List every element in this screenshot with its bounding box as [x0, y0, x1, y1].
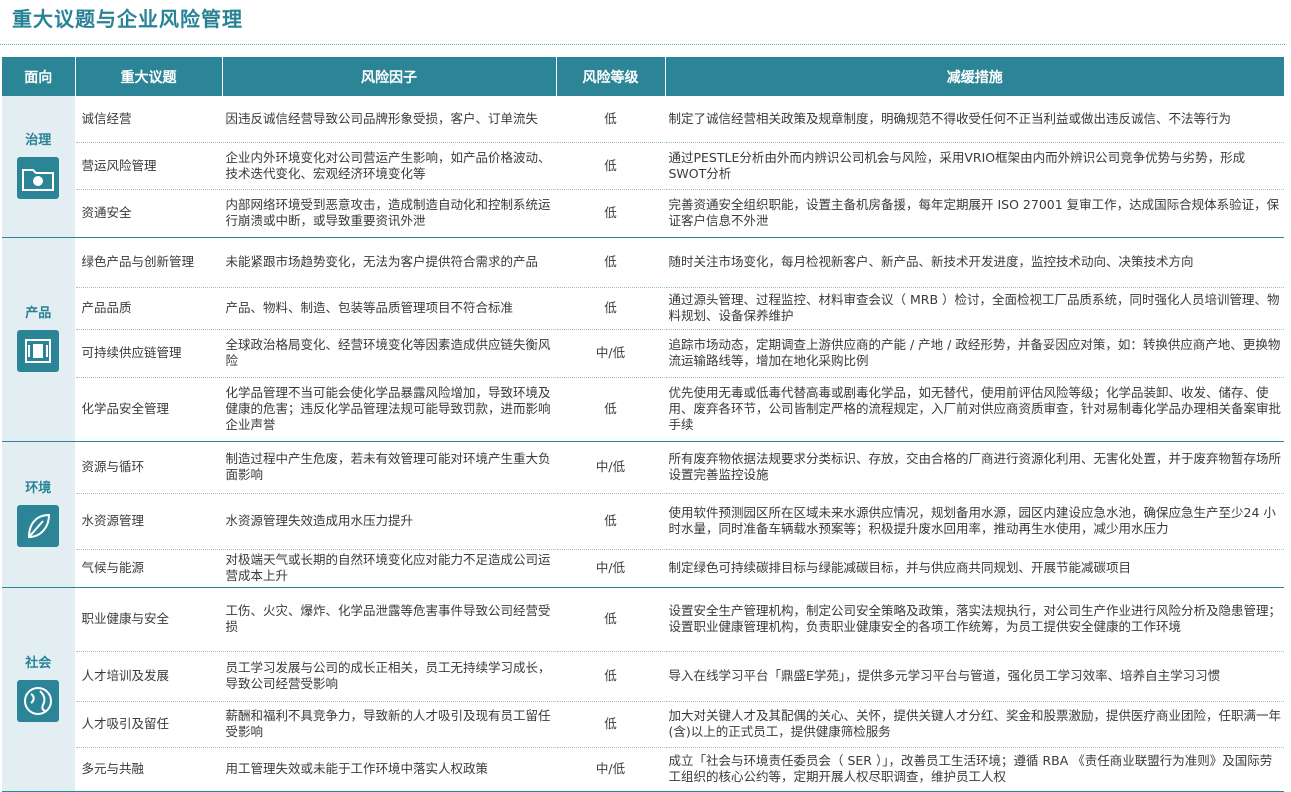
- mitigation-cell: 优先使用无毒或低毒代替高毒或剧毒化学品，如无替代，使用前评估风险等级；化学品装卸…: [664, 377, 1284, 442]
- table-row: 产品品质 产品、物料、制造、包装等品质管理项目不符合标准 低 通过源头管理、过程…: [2, 287, 1284, 330]
- risk-cell: 因违反诚信经营导致公司品牌形象受损，客户、订单流失: [221, 96, 556, 143]
- dimension-cell-environment: 环境: [2, 441, 75, 588]
- risk-cell: 全球政治格局变化、经营环境变化等因素造成供应链失衡风险: [221, 329, 556, 378]
- risk-cell: 用工管理失效或未能于工作环境中落实人权政策: [221, 747, 556, 792]
- mitigation-cell: 成立「社会与环境责任委员会（ SER ）」，改善员工生活环境；遵循 RBA 《责…: [664, 747, 1284, 792]
- table-row: 水资源管理 水资源管理失效造成用水压力提升 低 使用软件预测园区所在区域未来水源…: [2, 493, 1284, 550]
- table-row: 人才培训及发展 员工学习发展与公司的成长正相关，员工无持续学习成长，导致公司经营…: [2, 651, 1284, 702]
- mitigation-cell: 追踪市场动态，定期调查上游供应商的产能 / 产地 / 政经形势，并备妥因应对策，…: [664, 329, 1284, 378]
- mitigation-cell: 使用软件预测园区所在区域未来水源供应情况，规划备用水源，园区内建设应急水池，确保…: [664, 493, 1284, 550]
- leaf-icon: [17, 505, 60, 547]
- mitigation-cell: 随时关注市场变化，每月检视新客户、新产品、新技术开发进度，监控技术动向、决策技术…: [664, 237, 1284, 288]
- level-cell: 中/低: [555, 441, 665, 494]
- risk-cell: 工伤、火灾、爆炸、化学品泄露等危害事件导致公司经营受损: [221, 587, 556, 652]
- level-cell: 低: [555, 701, 665, 748]
- header-dimension: 面向: [2, 57, 75, 96]
- topic-cell: 化学品安全管理: [74, 377, 222, 442]
- level-cell: 低: [555, 142, 665, 190]
- table-row: 气候与能源 对极端天气或长期的自然环境变化应对能力不足造成公司运营成本上升 中/…: [2, 549, 1284, 588]
- table-header-row: 面向 重大议题 风险因子 风险等级 减缓措施: [2, 57, 1284, 96]
- mitigation-cell: 制定绿色可持续碳排目标与绿能减碳目标，并与供应商共同规划、开展节能减碳项目: [664, 549, 1284, 588]
- mitigation-cell: 加大对关键人才及其配偶的关心、关怀，提供关键人才分红、奖金和股票激励，提供医疗商…: [664, 701, 1284, 748]
- topic-cell: 多元与共融: [74, 747, 222, 792]
- risk-cell: 企业内外环境变化对公司营运产生影响，如产品价格波动、技术迭代变化、宏观经济环境变…: [221, 142, 556, 190]
- page-title: 重大议题与企业风险管理: [12, 7, 243, 31]
- topic-cell: 绿色产品与创新管理: [74, 237, 222, 288]
- dimension-label: 环境: [25, 481, 52, 496]
- risk-cell: 化学品管理不当可能会使化学品暴露风险增加，导致环境及健康的危害；违反化学品管理法…: [221, 377, 556, 442]
- risk-cell: 薪酬和福利不具竞争力，导致新的人才吸引及现有员工留任受影响: [221, 701, 556, 748]
- table-row: 社会 职业健康与安全 工伤、火灾、爆炸、化学品泄露等危害事件导致公司经营受损 低…: [2, 587, 1284, 792]
- header-topic: 重大议题: [74, 57, 222, 96]
- mitigation-cell: 通过源头管理、过程监控、材料审查会议（ MRB ）检讨，全面检视工厂品质系统，同…: [664, 287, 1284, 330]
- level-cell: 低: [555, 96, 665, 143]
- title-divider: [0, 44, 1285, 45]
- mitigation-cell: 设置安全生产管理机构，制定公司安全策略及政策，落实法规执行，对公司生产作业进行风…: [664, 587, 1284, 652]
- risk-cell: 产品、物料、制造、包装等品质管理项目不符合标准: [221, 287, 556, 330]
- dimension-cell-governance: 治理: [2, 96, 75, 238]
- risk-cell: 对极端天气或长期的自然环境变化应对能力不足造成公司运营成本上升: [221, 549, 556, 588]
- risk-cell: 内部网络环境受到恶意攻击，造成制造自动化和控制系统运行崩溃或中断，或导致重要资讯…: [221, 189, 556, 238]
- level-cell: 低: [555, 237, 665, 288]
- risk-table: 面向 重大议题 风险因子 风险等级 减缓措施 治理 诚信经营 因违反诚信经营导致…: [2, 57, 1284, 792]
- level-cell: 低: [555, 651, 665, 702]
- mitigation-cell: 通过PESTLE分析由外而内辨识公司机会与风险，采用VRIO框架由内而外辨识公司…: [664, 142, 1284, 190]
- dimension-label: 产品: [25, 306, 52, 321]
- header-mitigation: 减缓措施: [664, 57, 1284, 96]
- table-row: 资通安全 内部网络环境受到恶意攻击，造成制造自动化和控制系统运行崩溃或中断，或导…: [2, 189, 1284, 238]
- topic-cell: 产品品质: [74, 287, 222, 330]
- folder-globe-icon: [17, 157, 60, 200]
- header-risk-level: 风险等级: [555, 57, 665, 96]
- dimension-cell-society: 社会: [2, 587, 75, 792]
- topic-cell: 诚信经营: [74, 96, 222, 143]
- dimension-cell-product: 产品: [2, 237, 75, 442]
- risk-cell: 未能紧跟市场趋势变化，无法为客户提供符合需求的产品: [221, 237, 556, 288]
- table-row: 环境 资源与循环 制造过程中产生危废，若未有效管理可能对环境产生重大负面影响 中…: [2, 441, 1284, 588]
- topic-cell: 水资源管理: [74, 493, 222, 550]
- topic-cell: 气候与能源: [74, 549, 222, 588]
- level-cell: 低: [555, 377, 665, 442]
- topic-cell: 可持续供应链管理: [74, 329, 222, 378]
- table-row: 营运风险管理 企业内外环境变化对公司营运产生影响，如产品价格波动、技术迭代变化、…: [2, 142, 1284, 190]
- risk-cell: 制造过程中产生危废，若未有效管理可能对环境产生重大负面影响: [221, 441, 556, 494]
- dimension-label: 治理: [25, 133, 52, 149]
- table-row: 治理 诚信经营 因违反诚信经营导致公司品牌形象受损，客户、订单流失 低 制定了诚…: [2, 96, 1284, 238]
- chip-icon: [17, 330, 60, 372]
- table-row: 人才吸引及留任 薪酬和福利不具竞争力，导致新的人才吸引及现有员工留任受影响 低 …: [2, 701, 1284, 748]
- level-cell: 低: [555, 287, 665, 330]
- topic-cell: 职业健康与安全: [74, 587, 222, 652]
- topic-cell: 营运风险管理: [74, 142, 222, 190]
- topic-cell: 资源与循环: [74, 441, 222, 494]
- topic-cell: 人才吸引及留任: [74, 701, 222, 748]
- topic-cell: 人才培训及发展: [74, 651, 222, 702]
- level-cell: 低: [555, 587, 665, 652]
- table-row: 产品 绿色产品与创新管理 未能紧跟市场趋势变化，无法为客户提供符合需求的产品 低…: [2, 237, 1284, 442]
- table-row: 化学品安全管理 化学品管理不当可能会使化学品暴露风险增加，导致环境及健康的危害；…: [2, 377, 1284, 442]
- dimension-label: 社会: [25, 656, 52, 671]
- table-row: 多元与共融 用工管理失效或未能于工作环境中落实人权政策 中/低 成立「社会与环境…: [2, 747, 1284, 792]
- risk-cell: 水资源管理失效造成用水压力提升: [221, 493, 556, 550]
- header-risk-factor: 风险因子: [221, 57, 556, 96]
- mitigation-cell: 完善资通安全组织职能，设置主备机房备援，每年定期展开 ISO 27001 复审工…: [664, 189, 1284, 238]
- mitigation-cell: 导入在线学习平台「鼎盛E学苑」，提供多元学习平台与管道，强化员工学习效率、培养自…: [664, 651, 1284, 702]
- level-cell: 中/低: [555, 549, 665, 588]
- table-row: 可持续供应链管理 全球政治格局变化、经营环境变化等因素造成供应链失衡风险 中/低…: [2, 329, 1284, 378]
- topic-cell: 资通安全: [74, 189, 222, 238]
- level-cell: 中/低: [555, 329, 665, 378]
- mitigation-cell: 所有废弃物依据法规要求分类标识、存放，交由合格的厂商进行资源化利用、无害化处置，…: [664, 441, 1284, 494]
- level-cell: 低: [555, 189, 665, 238]
- risk-cell: 员工学习发展与公司的成长正相关，员工无持续学习成长，导致公司经营受影响: [221, 651, 556, 702]
- mitigation-cell: 制定了诚信经营相关政策及规章制度，明确规范不得收受任何不正当利益或做出违反诚信、…: [664, 96, 1284, 143]
- level-cell: 低: [555, 493, 665, 550]
- globe-icon: [17, 680, 60, 722]
- level-cell: 中/低: [555, 747, 665, 792]
